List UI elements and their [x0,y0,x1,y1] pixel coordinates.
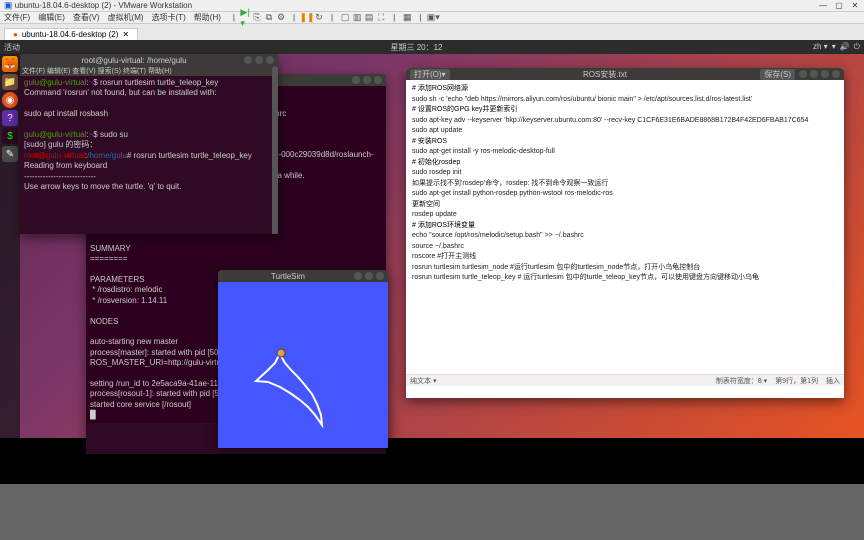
tab-close-icon[interactable]: ✕ [122,30,129,39]
term1-scrollbar[interactable] [272,66,278,234]
multimonitor-icon-2[interactable]: ▤ [363,12,375,24]
dock-help-icon[interactable]: ? [2,110,18,126]
menu-vm[interactable]: 虚拟机(M) [104,12,148,23]
dock-terminal-icon[interactable]: $ [2,128,18,144]
ubuntu-tab-icon: ● [13,30,18,39]
unity-icon[interactable]: ▢ [339,12,351,24]
network-icon[interactable]: ▾ [832,42,836,52]
editor-save-button[interactable]: 保存(S) [760,69,795,80]
term1-minimize-button[interactable] [244,56,252,64]
gnome-panel: 活动 星期三 20：12 zh ▾ ▾ 🔊 ⏻ [0,40,864,54]
menu-view[interactable]: 查看(V) [69,12,104,23]
host-minimize-button[interactable]: — [818,1,828,10]
input-source-indicator[interactable]: zh ▾ [813,42,828,52]
settings-icon[interactable]: ⚙ [275,12,287,24]
terminal-window-teleop[interactable]: root@gulu-virtual: /home/gulu 文件(F) 编辑(E… [20,54,278,234]
vm-tab[interactable]: ● ubuntu-18.04.6-desktop (2) ✕ [4,28,138,40]
turtlesim-maximize-button[interactable] [365,272,373,280]
menu-help[interactable]: 帮助(H) [190,12,225,23]
host-titlebar: ▣ ubuntu-18.04.6-desktop (2) - VMware Wo… [0,0,864,12]
reset-icon[interactable]: ↻ [313,12,325,24]
term1-menu-search[interactable]: 搜索(S) [98,66,121,76]
term1-menu-view[interactable]: 查看(V) [72,66,95,76]
library-icon[interactable]: ▦ [401,12,413,24]
host-menubar: 文件(F) 编辑(E) 查看(V) 虚拟机(M) 选项卡(T) 帮助(H) | … [0,12,864,24]
term1-menu-edit[interactable]: 编辑(E) [47,66,70,76]
multimonitor-icon-1[interactable]: ▥ [351,12,363,24]
editor-cursor-pos: 第9行，第1列 [775,376,818,386]
editor-open-button[interactable]: 打开(O)▾ [410,69,450,80]
menu-edit[interactable]: 编辑(E) [34,12,69,23]
term1-body[interactable]: gulu@gulu-virtual:~$ rosrun turtlesim tu… [20,76,278,194]
editor-language-selector[interactable]: 纯文本 ▾ [410,376,436,386]
term2-maximize-button[interactable] [363,76,371,84]
term1-maximize-button[interactable] [255,56,263,64]
text-editor-window[interactable]: 打开(O)▾ ROS安装.txt 保存(S) # 添加ROS网络源sudo sh… [406,68,844,398]
dock-firefox-icon[interactable]: 🦊 [2,56,18,72]
term1-menubar: 文件(F) 编辑(E) 查看(V) 搜索(S) 终端(T) 帮助(H) [20,66,278,76]
vm-tab-label: ubuntu-18.04.6-desktop (2) [22,30,119,39]
ubuntu-dock: 🦊 📁 ◉ ? $ ✎ ⠿ [0,54,20,466]
term1-close-button[interactable] [266,56,274,64]
turtlesim-window[interactable]: TurtleSim [218,270,388,448]
term1-menu-help[interactable]: 帮助(H) [148,66,172,76]
editor-title: ROS安装.txt [450,69,761,80]
dock-software-icon[interactable]: ◉ [2,92,18,108]
editor-statusbar: 纯文本 ▾ 制表符宽度：8 ▾ 第9行，第1列 插入 [406,374,844,386]
menu-file[interactable]: 文件(F) [0,12,34,23]
term1-title: root@gulu-virtual: /home/gulu [24,56,244,65]
dock-files-icon[interactable]: 📁 [2,74,18,90]
host-window-title: ubuntu-18.04.6-desktop (2) - VMware Work… [15,1,818,10]
activities-button[interactable]: 活动 [4,42,20,53]
power-menu-icon[interactable]: ▶|▾ [239,12,251,24]
term2-close-button[interactable] [374,76,382,84]
turtlesim-canvas [218,282,388,448]
ubuntu-desktop: 活动 星期三 20：12 zh ▾ ▾ 🔊 ⏻ 🦊 📁 ◉ ? $ ✎ ⠿ ro… [0,40,864,466]
turtle-path [256,353,322,425]
panel-clock[interactable]: 星期三 20：12 [20,42,813,53]
turtle-icon [277,349,285,357]
volume-icon[interactable]: 🔊 [840,42,850,52]
vm-tabs-row: ● ubuntu-18.04.6-desktop (2) ✕ [0,24,864,40]
fullscreen-icon[interactable]: ⛶ [375,12,387,24]
vm-display-area[interactable]: 活动 星期三 20：12 zh ▾ ▾ 🔊 ⏻ 🦊 📁 ◉ ? $ ✎ ⠿ ro… [0,40,864,466]
snapshot-manager-icon[interactable]: ⧉ [263,12,275,24]
dock-texteditor-icon[interactable]: ✎ [2,146,18,162]
pause-icon[interactable]: ❚❚ [301,12,313,24]
turtlesim-title: TurtleSim [222,272,354,281]
editor-text-area[interactable]: # 添加ROS网络源sudo sh -c 'echo "deb https://… [406,80,844,374]
power-icon[interactable]: ⏻ [854,42,860,52]
host-close-button[interactable]: ✕ [850,1,860,10]
editor-maximize-button[interactable] [821,70,829,78]
editor-minimize-button[interactable] [810,70,818,78]
turtlesim-minimize-button[interactable] [354,272,362,280]
host-maximize-button[interactable]: ▢ [834,1,844,10]
editor-tabwidth[interactable]: 制表符宽度：8 ▾ [716,376,767,386]
turtle-trail-svg [218,282,388,448]
vmware-icon: ▣ [4,0,13,11]
snapshot-icon[interactable]: ⎘ [251,12,263,24]
editor-menu-button[interactable] [799,70,807,78]
term1-menu-terminal[interactable]: 终端(T) [123,66,146,76]
turtlesim-close-button[interactable] [376,272,384,280]
editor-insert-mode[interactable]: 插入 [826,376,840,386]
menu-tabs[interactable]: 选项卡(T) [148,12,190,23]
term2-minimize-button[interactable] [352,76,360,84]
editor-close-button[interactable] [832,70,840,78]
term1-menu-file[interactable]: 文件(F) [22,66,45,76]
capture-icon[interactable]: ▣▾ [427,12,439,24]
